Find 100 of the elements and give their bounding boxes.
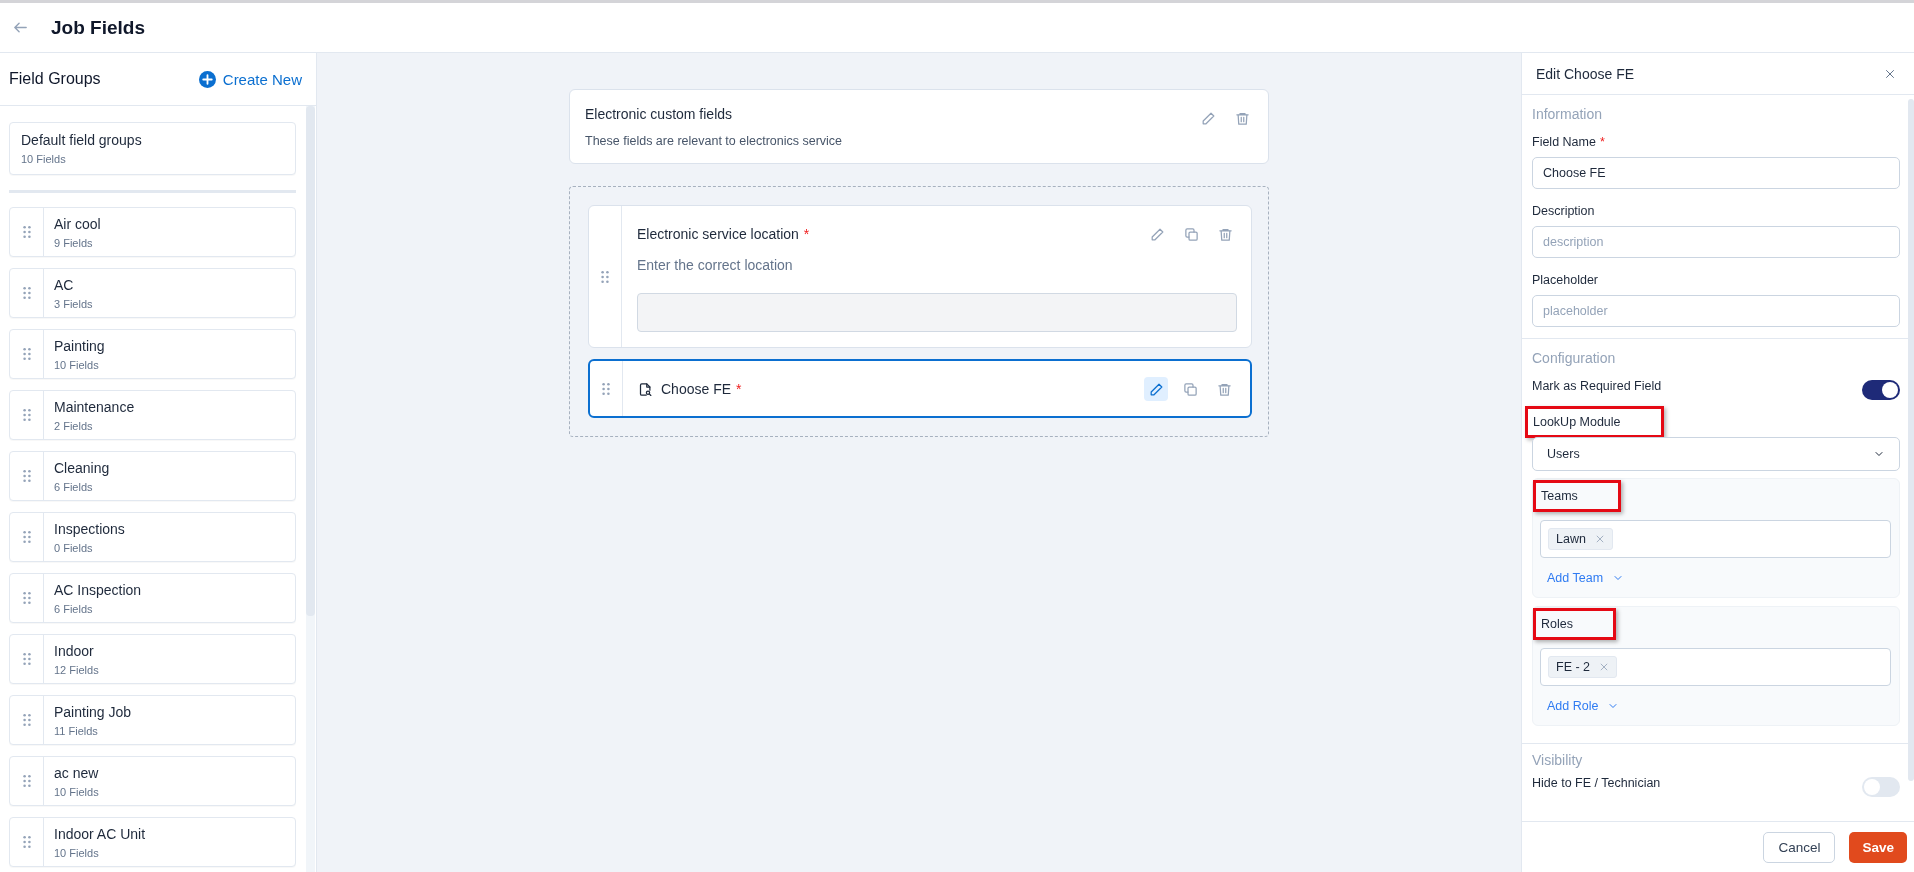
group-name: Painting Job xyxy=(54,703,132,720)
toggle-label: Mark as Required Field xyxy=(1532,379,1662,393)
document-search-icon xyxy=(638,381,653,397)
drag-handle-icon[interactable] xyxy=(22,713,31,727)
text-field[interactable]: Choose FE xyxy=(1532,157,1900,189)
field-count: 9 Fields xyxy=(54,236,94,249)
group-name: Cleaning xyxy=(54,459,110,476)
drag-handle-icon[interactable] xyxy=(22,835,31,849)
field-label: Roles xyxy=(1541,617,1573,631)
group-card[interactable]: Air cool 9 Fields xyxy=(9,207,296,257)
cancel-button[interactable]: Cancel xyxy=(1763,831,1836,863)
field-card[interactable]: Choose FE * xyxy=(588,359,1252,418)
group-card[interactable]: Inspections 0 Fields xyxy=(9,512,296,562)
drag-handle-icon[interactable] xyxy=(601,269,609,284)
group-name: Maintenance xyxy=(54,398,135,415)
group-name: ac new xyxy=(54,764,99,781)
section-title: Electronic custom fields xyxy=(585,106,734,122)
group-name: Indoor xyxy=(54,642,95,659)
tag-input[interactable]: FE - 2 xyxy=(1540,648,1891,686)
create-new-button[interactable]: Create New xyxy=(198,70,302,88)
field-label: Choose FE xyxy=(661,381,732,397)
trash-icon xyxy=(1216,381,1232,397)
toggle-switch[interactable] xyxy=(1862,777,1900,797)
save-button[interactable]: Save xyxy=(1849,831,1907,863)
add-dropdown[interactable]: Add Team xyxy=(1540,571,1625,585)
section-heading: Information xyxy=(1532,106,1604,122)
pencil-icon xyxy=(1200,110,1216,126)
copy-icon xyxy=(1182,381,1198,397)
drag-handle-icon[interactable] xyxy=(22,347,31,361)
tag-input[interactable]: Lawn xyxy=(1540,520,1891,558)
field-count: 10 Fields xyxy=(21,153,67,165)
field-label: Electronic service location xyxy=(637,226,799,242)
panel-title: Field Groups xyxy=(9,70,101,88)
group-name: Painting xyxy=(54,337,105,354)
dropdown[interactable]: Users xyxy=(1532,437,1900,471)
field-count: 6 Fields xyxy=(54,602,94,615)
group-card[interactable]: AC Inspection 6 Fields xyxy=(9,573,296,623)
group-card[interactable]: Painting Job 11 Fields xyxy=(9,695,296,745)
section-heading: Visibility xyxy=(1532,752,1584,768)
panel-title: Edit Choose FE xyxy=(1536,65,1635,82)
field-description: Enter the correct location xyxy=(637,257,794,273)
group-card[interactable]: Painting 10 Fields xyxy=(9,329,296,379)
group-card[interactable]: ac new 10 Fields xyxy=(9,756,296,806)
group-name: AC xyxy=(54,276,75,293)
field-label: Description xyxy=(1532,204,1595,218)
toggle-label: Hide to FE / Technician xyxy=(1532,776,1661,790)
group-name: Inspections xyxy=(54,520,125,537)
section-heading: Configuration xyxy=(1532,350,1617,366)
group-card[interactable]: Default field groups 10 Fields xyxy=(9,122,296,175)
drag-handle-icon[interactable] xyxy=(22,591,31,605)
drag-handle-icon[interactable] xyxy=(22,774,31,788)
drag-handle-icon[interactable] xyxy=(22,469,31,483)
drag-handle-icon[interactable] xyxy=(22,530,31,544)
group-name: AC Inspection xyxy=(54,581,142,598)
section-description: These fields are relevant to electronics service xyxy=(585,134,843,148)
field-label: Field Name xyxy=(1532,135,1596,149)
field-count: 11 Fields xyxy=(54,724,99,737)
add-dropdown[interactable]: Add Role xyxy=(1540,699,1620,713)
drag-handle-icon[interactable] xyxy=(22,408,31,422)
group-card[interactable]: Maintenance 2 Fields xyxy=(9,390,296,440)
field-count: 0 Fields xyxy=(54,541,94,554)
close-icon xyxy=(1884,67,1896,80)
field-count: 10 Fields xyxy=(54,846,100,859)
drag-handle-icon[interactable] xyxy=(602,381,610,396)
group-card[interactable]: Cleaning 6 Fields xyxy=(9,451,296,501)
edit-button[interactable] xyxy=(1144,377,1168,401)
field-card[interactable]: Electronic service location * Enter the correct location xyxy=(588,205,1252,348)
required-mark: * xyxy=(1599,135,1605,149)
trash-icon xyxy=(1234,110,1250,126)
copy-icon xyxy=(1183,226,1199,242)
text-field[interactable]: description xyxy=(1532,226,1900,258)
drag-handle-icon[interactable] xyxy=(22,225,31,239)
tag-label: Lawn xyxy=(1556,532,1586,546)
trash-icon xyxy=(1217,226,1233,242)
field-count: 3 Fields xyxy=(54,297,93,310)
pencil-icon xyxy=(1148,381,1164,397)
pencil-icon xyxy=(1149,226,1165,242)
text-field[interactable]: placeholder xyxy=(1532,295,1900,327)
group-name: Indoor AC Unit xyxy=(54,825,146,842)
drag-handle-icon[interactable] xyxy=(22,652,31,666)
remove-icon[interactable] xyxy=(1599,662,1610,672)
group-card[interactable]: AC 3 Fields xyxy=(9,268,296,318)
group-name: Air cool xyxy=(54,215,101,232)
field-label: Placeholder xyxy=(1532,273,1598,287)
remove-icon[interactable] xyxy=(1594,534,1605,544)
group-card[interactable]: Indoor AC Unit 10 Fields xyxy=(9,817,296,867)
plus-icon xyxy=(198,70,216,88)
page-title: Job Fields xyxy=(51,16,145,39)
required-mark: * xyxy=(803,226,810,242)
tag-label: FE - 2 xyxy=(1556,660,1591,674)
field-label: Teams xyxy=(1541,489,1578,503)
field-count: 6 Fields xyxy=(54,480,94,493)
field-count: 10 Fields xyxy=(54,785,99,798)
group-name: Default field groups xyxy=(21,132,143,148)
field-count: 2 Fields xyxy=(54,419,94,432)
close-button[interactable] xyxy=(1884,67,1896,80)
drag-handle-icon[interactable] xyxy=(22,286,31,300)
toggle-switch[interactable] xyxy=(1862,380,1900,400)
group-card[interactable]: Indoor 12 Fields xyxy=(9,634,296,684)
required-mark: * xyxy=(736,381,742,397)
